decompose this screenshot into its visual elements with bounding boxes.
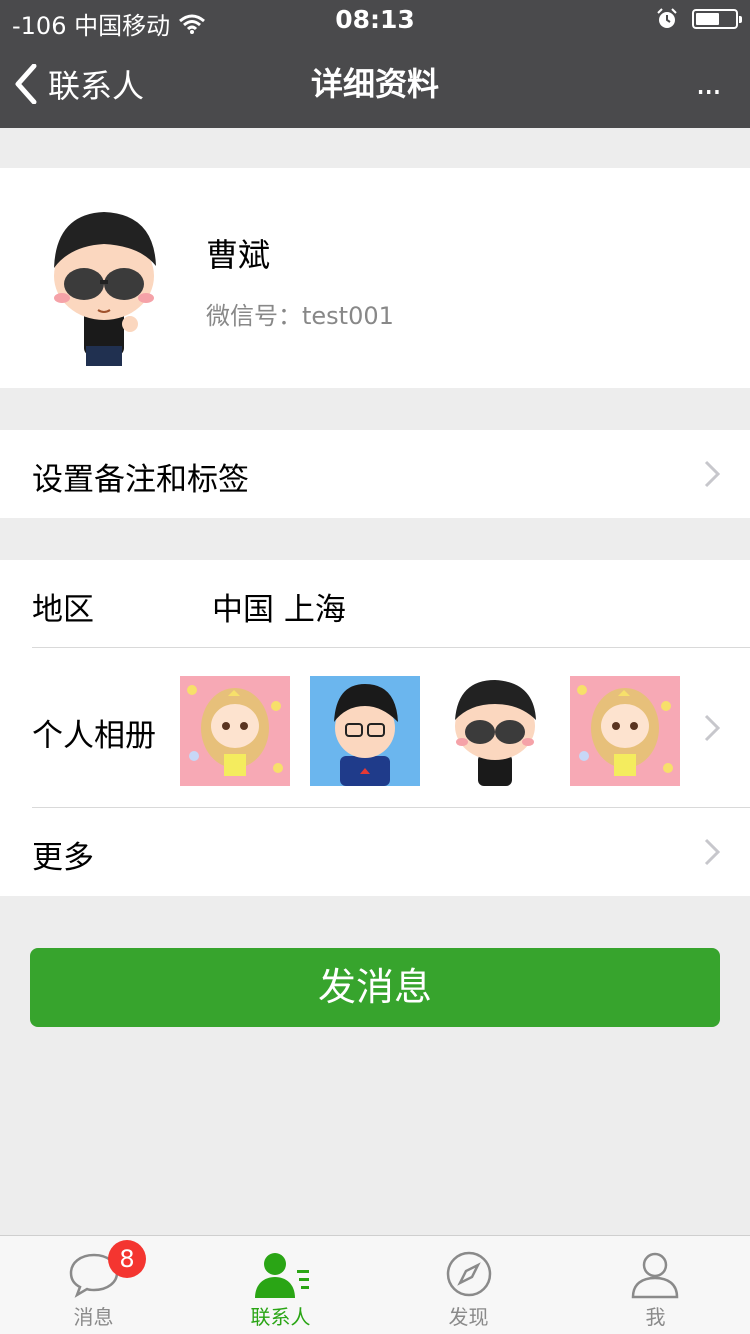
status-right bbox=[656, 8, 742, 30]
album-photo-1[interactable] bbox=[180, 676, 290, 786]
album-photo-3[interactable] bbox=[440, 676, 550, 786]
status-time: 08:13 bbox=[335, 5, 415, 34]
avatar[interactable] bbox=[44, 206, 164, 366]
send-message-button[interactable]: 发消息 bbox=[30, 948, 720, 1027]
chevron-right-icon bbox=[704, 460, 720, 488]
profile-name: 曹斌 bbox=[206, 236, 271, 274]
tab-label: 我 bbox=[645, 1305, 666, 1329]
tab-discover[interactable]: 发现 bbox=[375, 1236, 562, 1334]
chevron-right-icon bbox=[704, 838, 720, 866]
album-photo-4[interactable] bbox=[570, 676, 680, 786]
chevron-right-icon bbox=[704, 714, 720, 742]
status-bar: -106 中国移动 08:13 bbox=[0, 0, 750, 40]
tab-bar: 8 消息 联系人 发现 我 bbox=[0, 1235, 750, 1334]
nav-bar: 联系人 详细资料 ... bbox=[0, 40, 750, 128]
tab-messages[interactable]: 8 消息 bbox=[0, 1236, 187, 1334]
set-remark-tags-row[interactable]: 设置备注和标签 bbox=[0, 430, 750, 518]
tab-contacts[interactable]: 联系人 bbox=[187, 1236, 374, 1334]
more-label: 更多 bbox=[32, 840, 94, 876]
tab-label: 联系人 bbox=[250, 1305, 311, 1329]
unread-badge: 8 bbox=[108, 1240, 146, 1278]
set-remark-tags-label: 设置备注和标签 bbox=[32, 462, 249, 498]
alarm-icon bbox=[657, 8, 677, 28]
region-label: 地区 bbox=[32, 592, 94, 628]
tab-label: 发现 bbox=[448, 1305, 489, 1329]
contacts-icon bbox=[255, 1253, 309, 1298]
battery-icon bbox=[692, 9, 742, 29]
tab-label: 消息 bbox=[73, 1305, 114, 1329]
tab-me[interactable]: 我 bbox=[562, 1236, 749, 1334]
wechat-id: 微信号：test001 bbox=[206, 302, 394, 330]
album-label: 个人相册 bbox=[32, 718, 156, 754]
region-value: 中国 上海 bbox=[212, 592, 346, 628]
compass-icon bbox=[446, 1251, 492, 1297]
back-button[interactable]: 联系人 bbox=[14, 40, 144, 128]
profile-card: 曹斌 微信号：test001 bbox=[0, 168, 750, 388]
album-photo-2[interactable] bbox=[310, 676, 420, 786]
battery-fill bbox=[696, 13, 719, 25]
back-label: 联系人 bbox=[48, 67, 145, 105]
chevron-left-icon bbox=[15, 64, 37, 104]
person-icon bbox=[631, 1252, 679, 1299]
more-row[interactable]: 更多 bbox=[0, 808, 750, 896]
more-options-button[interactable]: ... bbox=[695, 64, 721, 104]
